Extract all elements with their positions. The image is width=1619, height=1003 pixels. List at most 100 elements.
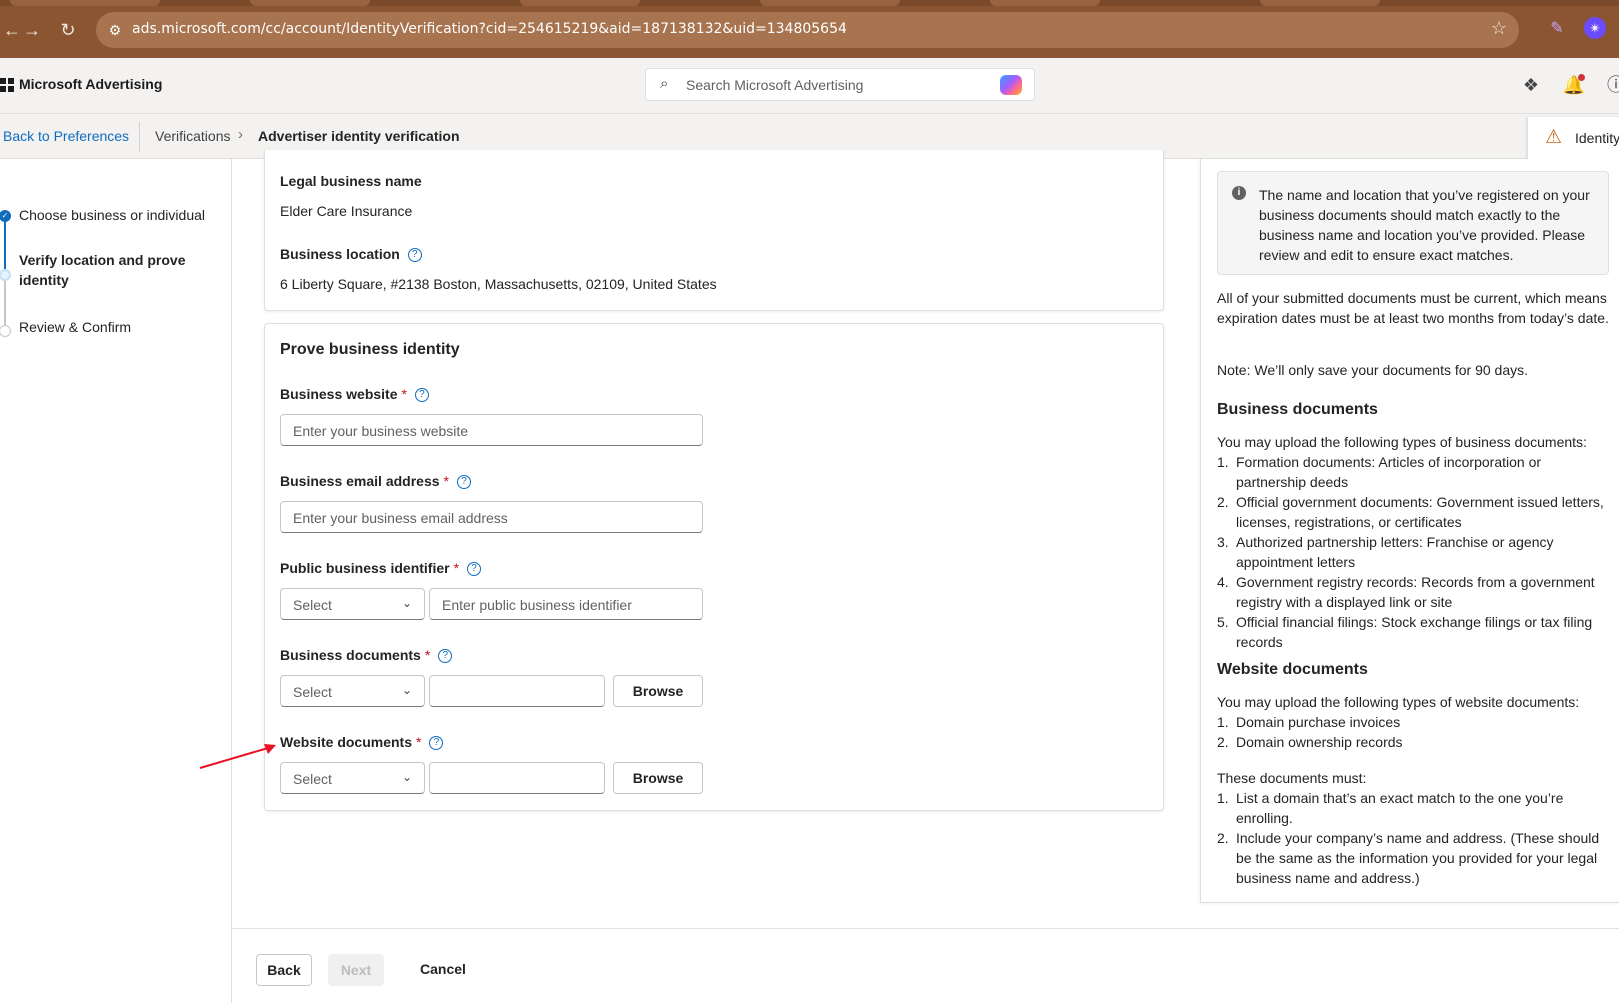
business-doc-browse-button[interactable]: Browse: [613, 675, 703, 707]
required-mark: *: [443, 473, 449, 489]
business-website-label-text: Business website: [280, 386, 398, 402]
required-mark: *: [416, 734, 422, 750]
step-active-indicator: [0, 269, 11, 281]
cancel-button[interactable]: Cancel: [408, 954, 478, 986]
brand-name[interactable]: Microsoft Advertising: [19, 76, 162, 92]
bookmark-star-icon[interactable]: ☆: [1491, 18, 1507, 39]
list-item: 1. Domain purchase invoices: [1217, 712, 1612, 732]
help-icon[interactable]: ⓘ: [1603, 72, 1619, 98]
warning-text: Identity: [1575, 130, 1619, 146]
list-number: 5.: [1217, 614, 1229, 630]
notifications-bell-icon[interactable]: 🔔: [1561, 72, 1587, 98]
business-documents-label-text: Business documents: [280, 647, 421, 663]
list-item-text: Official government documents: Governmen…: [1236, 494, 1604, 530]
search-input[interactable]: Search Microsoft Advertising: [686, 77, 863, 93]
required-mark: *: [401, 386, 407, 402]
business-location-value: 6 Liberty Square, #2138 Boston, Massachu…: [280, 276, 717, 292]
business-website-placeholder: Enter your business website: [293, 423, 469, 439]
business-email-label-text: Business email address: [280, 473, 440, 489]
list-item-text: Government registry records: Records fro…: [1236, 574, 1595, 610]
question-icon[interactable]: ?: [414, 388, 429, 402]
list-number: 2.: [1217, 734, 1229, 750]
website-docs-list: 1. Domain purchase invoices 2. Domain owne…: [1217, 712, 1612, 752]
next-button[interactable]: Next: [328, 954, 384, 986]
breadcrumb-divider: [139, 122, 140, 152]
question-icon[interactable]: ?: [467, 562, 482, 576]
website-doc-type-select[interactable]: Select ⌄: [280, 762, 425, 794]
forward-nav-icon[interactable]: →: [20, 18, 44, 42]
prove-identity-card: Prove business identity Business website…: [264, 323, 1164, 811]
website-documents-label-text: Website documents: [280, 734, 412, 750]
public-identifier-input[interactable]: Enter public business identifier: [429, 588, 703, 620]
business-docs-list: 1. Formation documents: Articles of incor…: [1217, 452, 1612, 652]
must-intro: These documents must:: [1217, 770, 1367, 786]
current-docs-text: All of your submitted documents must be …: [1217, 290, 1609, 326]
address-bar[interactable]: ⚙ ads.microsoft.com/cc/account/IdentityV…: [96, 12, 1519, 48]
business-location-label: Business location?: [280, 246, 422, 262]
breadcrumb-verifications[interactable]: Verifications: [155, 128, 230, 144]
app-header: Microsoft Advertising ⌕ Search Microsoft…: [0, 58, 1619, 114]
list-item: 1. List a domain that’s an exact match to…: [1217, 788, 1612, 828]
step-connector: [4, 281, 6, 325]
list-item: 4. Government registry records: Records f…: [1217, 572, 1612, 612]
match-notice-text: The name and location that you’ve regist…: [1259, 187, 1590, 263]
back-to-preferences-link[interactable]: Back to Preferences: [3, 128, 129, 144]
copilot-chat-icon[interactable]: ❖: [1518, 72, 1544, 98]
chevron-right-icon: ›: [238, 126, 243, 143]
chevron-down-icon: ⌄: [401, 596, 412, 610]
requirements-list: 1. List a domain that’s an exact match to…: [1217, 788, 1612, 888]
list-item: 2. Domain ownership records: [1217, 732, 1612, 752]
public-identifier-placeholder: Enter public business identifier: [442, 597, 632, 613]
browser-toolbar: ← → ↻ ⚙ ads.microsoft.com/cc/account/Ide…: [0, 0, 1619, 58]
question-icon[interactable]: ?: [429, 736, 444, 750]
back-button[interactable]: Back: [256, 954, 312, 986]
list-item: 1. Formation documents: Articles of incor…: [1217, 452, 1612, 492]
site-settings-icon[interactable]: ⚙: [104, 19, 126, 41]
reload-icon[interactable]: ↻: [56, 18, 80, 42]
business-docs-intro: You may upload the following types of bu…: [1217, 434, 1587, 450]
extension-pen-icon[interactable]: ✎: [1547, 18, 1567, 38]
step-verify-location[interactable]: Verify location and prove identity: [19, 250, 199, 290]
list-item-text: Domain ownership records: [1236, 734, 1403, 750]
step-choose-business[interactable]: Choose business or individual: [19, 205, 205, 225]
extension-gear-icon[interactable]: ✴: [1584, 17, 1606, 39]
business-website-input[interactable]: Enter your business website: [280, 414, 703, 446]
question-icon[interactable]: ?: [438, 649, 453, 663]
business-docs-heading: Business documents: [1217, 401, 1378, 418]
business-doc-file-field[interactable]: [429, 675, 605, 707]
question-icon[interactable]: ?: [456, 475, 471, 489]
retention-note: Note: We’ll only save your documents for…: [1217, 362, 1529, 378]
copilot-icon[interactable]: [1000, 75, 1022, 95]
list-number: 1.: [1217, 790, 1229, 806]
microsoft-logo-icon: [0, 78, 14, 92]
business-website-label: Business website *?: [280, 386, 429, 402]
search-icon: ⌕: [660, 75, 669, 92]
step-review-confirm[interactable]: Review & Confirm: [19, 317, 131, 337]
list-item: 2. Official government documents: Governm…: [1217, 492, 1612, 532]
question-icon[interactable]: ?: [407, 248, 422, 262]
business-location-label-text: Business location: [280, 246, 400, 262]
business-email-input[interactable]: Enter your business email address: [280, 501, 703, 533]
legal-name-label: Legal business name: [280, 173, 422, 189]
website-doc-file-field[interactable]: [429, 762, 605, 794]
chevron-down-icon: ⌄: [401, 683, 412, 697]
step-connector: [4, 222, 6, 269]
business-doc-type-select[interactable]: Select ⌄: [280, 675, 425, 707]
business-documents-label: Business documents *?: [280, 647, 453, 663]
website-doc-browse-button[interactable]: Browse: [613, 762, 703, 794]
business-email-placeholder: Enter your business email address: [293, 510, 508, 526]
list-item: 5. Official financial filings: Stock exch…: [1217, 612, 1612, 652]
list-item: 2. Include your company’s name and addres…: [1217, 828, 1612, 888]
identifier-type-select[interactable]: Select ⌄: [280, 588, 425, 620]
match-notice: i The name and location that you’ve regi…: [1217, 171, 1609, 275]
business-doc-type-value: Select: [293, 684, 332, 700]
business-info-card: Legal business name Elder Care Insurance…: [264, 150, 1164, 311]
prove-identity-title: Prove business identity: [280, 341, 460, 358]
website-doc-type-value: Select: [293, 771, 332, 787]
guidance-panel: i The name and location that you’ve regi…: [1200, 159, 1619, 903]
breadcrumb-current: Advertiser identity verification: [258, 128, 460, 144]
identity-warning-banner[interactable]: ⚠ Identity: [1527, 117, 1619, 159]
business-email-label: Business email address *?: [280, 473, 471, 489]
chevron-down-icon: ⌄: [401, 770, 412, 784]
search-box[interactable]: ⌕ Search Microsoft Advertising: [645, 68, 1035, 101]
